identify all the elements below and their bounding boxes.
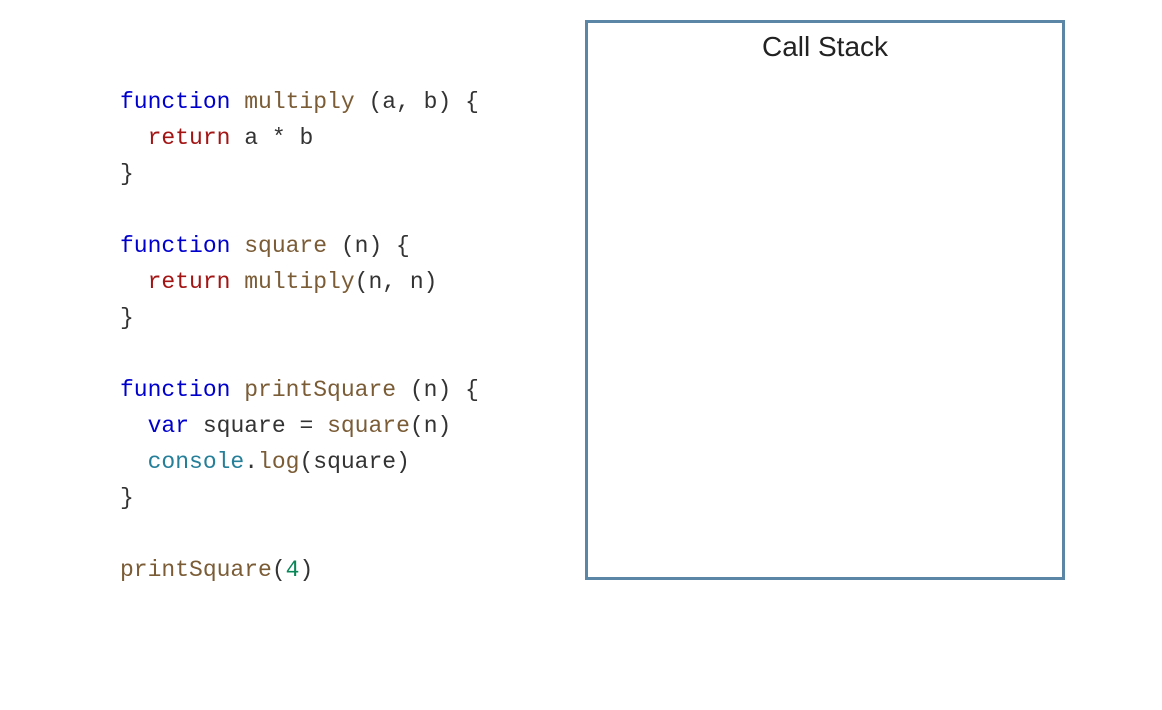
call-square: square — [327, 413, 410, 439]
code-text: (n) { — [396, 377, 479, 403]
indent-guide — [120, 269, 148, 295]
code-text: } — [120, 161, 134, 187]
fn-multiply: multiply — [230, 89, 354, 115]
keyword-return: return — [148, 269, 231, 295]
obj-console: console — [148, 449, 245, 475]
call-multiply: multiply — [230, 269, 354, 295]
fn-printsquare: printSquare — [230, 377, 396, 403]
indent-guide — [120, 125, 148, 151]
keyword-return: return — [148, 125, 231, 151]
code-snippet: function multiply (a, b) { return a * b … — [120, 48, 479, 588]
call-log: log — [258, 449, 299, 475]
code-text: (a, b) { — [355, 89, 479, 115]
indent-guide — [120, 449, 148, 475]
indent-guide — [120, 413, 148, 439]
code-text: (square) — [299, 449, 409, 475]
keyword-function: function — [120, 377, 230, 403]
call-printsquare: printSquare — [120, 557, 272, 583]
keyword-function: function — [120, 89, 230, 115]
keyword-function: function — [120, 233, 230, 259]
code-text: ( — [272, 557, 286, 583]
code-text: = — [299, 413, 327, 439]
code-text: . — [244, 449, 258, 475]
fn-square: square — [230, 233, 327, 259]
code-text: (n) — [410, 413, 451, 439]
keyword-var: var — [148, 413, 189, 439]
number-literal: 4 — [286, 557, 300, 583]
call-stack-title: Call Stack — [588, 31, 1062, 63]
code-text: a * b — [230, 125, 313, 151]
code-text: } — [120, 485, 134, 511]
call-stack-box: Call Stack — [585, 20, 1065, 580]
code-text: ) — [299, 557, 313, 583]
code-text: (n, n) — [355, 269, 438, 295]
code-text: square — [189, 413, 299, 439]
code-text: } — [120, 305, 134, 331]
code-text: (n) { — [327, 233, 410, 259]
